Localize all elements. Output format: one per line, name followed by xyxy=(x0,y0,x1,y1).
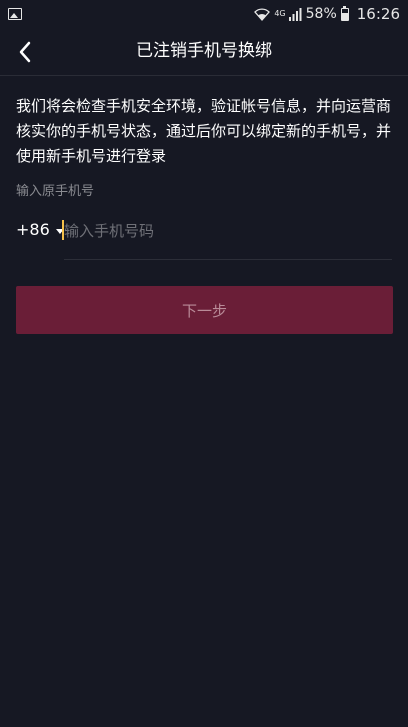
back-button[interactable] xyxy=(8,34,42,70)
signal-icon xyxy=(288,7,302,21)
phone-input-row: +86 xyxy=(16,212,392,260)
original-phone-label: 输入原手机号 xyxy=(16,184,95,199)
input-underline xyxy=(64,259,392,260)
wifi-icon xyxy=(254,7,271,21)
gallery-icon xyxy=(8,8,22,20)
status-left xyxy=(8,8,22,20)
screen: 4G 58% 16:26 已注销手机号换绑 我们将会检查手机安全环境，验证帐号信… xyxy=(0,0,408,727)
back-icon xyxy=(19,41,31,63)
title-bar: 已注销手机号换绑 xyxy=(0,28,408,76)
status-right: 4G 58% 16:26 xyxy=(254,5,400,23)
status-bar: 4G 58% 16:26 xyxy=(0,0,408,28)
clock: 16:26 xyxy=(356,5,400,23)
country-code-selector[interactable]: +86 xyxy=(16,220,64,239)
page-title: 已注销手机号换绑 xyxy=(136,41,272,61)
next-button[interactable]: 下一步 xyxy=(16,286,393,334)
battery-icon xyxy=(340,5,349,21)
signal-type-label: 4G xyxy=(274,9,286,18)
country-code-label: +86 xyxy=(16,220,50,239)
description-text: 我们将会检查手机安全环境，验证帐号信息，并向运营商核实你的手机号状态，通过后你可… xyxy=(16,97,392,165)
phone-input[interactable] xyxy=(64,214,384,248)
battery-percent: 58% xyxy=(305,6,337,22)
